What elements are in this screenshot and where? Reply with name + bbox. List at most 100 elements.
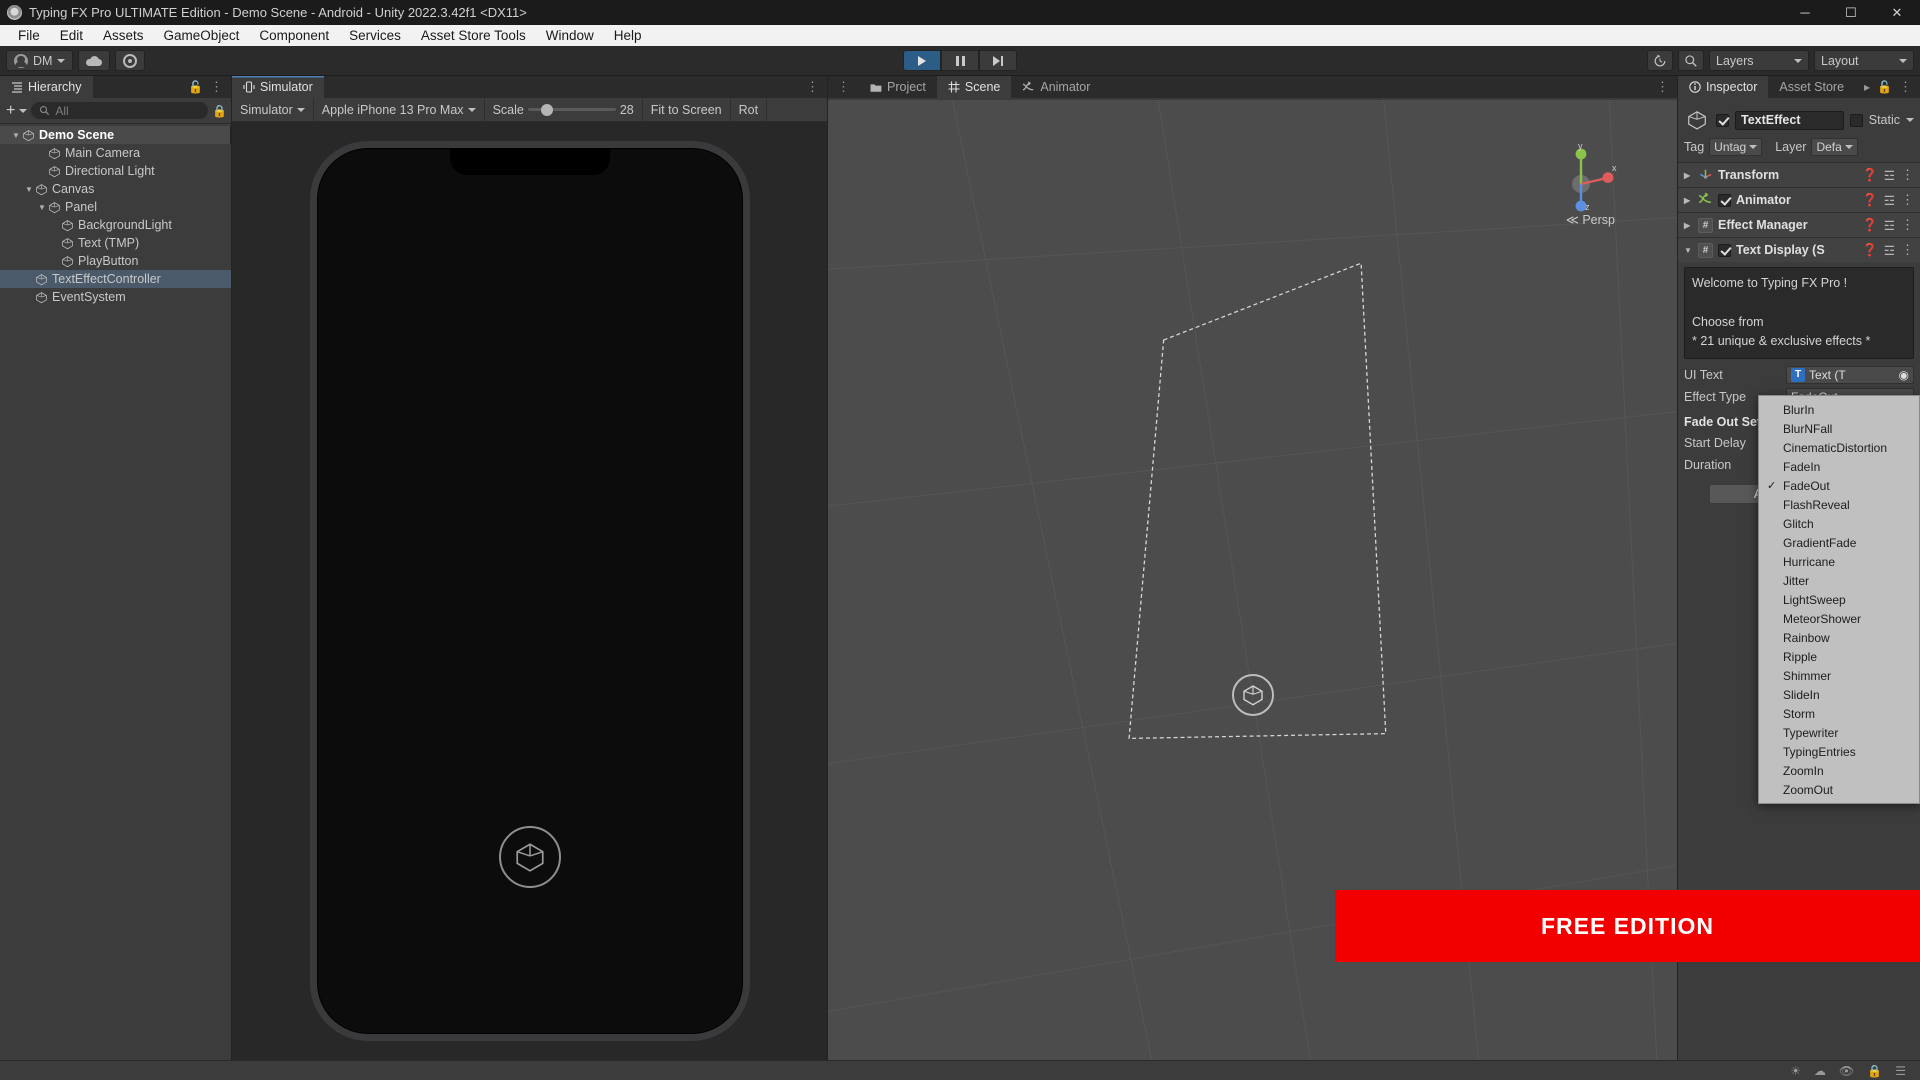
- tab-asset-store[interactable]: Asset Store: [1768, 76, 1856, 98]
- fit-to-screen-button[interactable]: Fit to Screen: [643, 97, 731, 122]
- chevron-down-icon[interactable]: [19, 108, 28, 113]
- undo-history-button[interactable]: [1647, 50, 1673, 71]
- kebab-menu-icon[interactable]: ⋮: [1899, 80, 1912, 93]
- effect-type-dropdown-popup[interactable]: BlurIn BlurNFall CinematicDistortion FadeIn…: [1758, 395, 1920, 804]
- add-gameobject-button[interactable]: +: [6, 102, 15, 118]
- hierarchy-lock-icon[interactable]: 🔒: [212, 104, 227, 118]
- hierarchy-tree[interactable]: ▼ Demo Scene Main Camera Directional Light ▼…: [0, 124, 231, 1060]
- component-enabled-checkbox[interactable]: [1718, 243, 1731, 257]
- effect-option-glitch[interactable]: Glitch: [1759, 514, 1919, 533]
- effect-option-blurnfall[interactable]: BlurNFall: [1759, 419, 1919, 438]
- help-icon[interactable]: ❓: [1862, 168, 1878, 183]
- effect-option-blurin[interactable]: BlurIn: [1759, 400, 1919, 419]
- tab-scene[interactable]: Scene: [936, 76, 1012, 98]
- menu-edit[interactable]: Edit: [50, 25, 93, 46]
- effect-option-slidein[interactable]: SlideIn: [1759, 685, 1919, 704]
- scene-projection-label[interactable]: ≪ Persp: [1566, 212, 1615, 227]
- hierarchy-item-texteffectcontroller[interactable]: TextEffectController: [0, 270, 231, 288]
- effect-option-meteorshower[interactable]: MeteorShower: [1759, 609, 1919, 628]
- object-picker-icon[interactable]: ◉: [1899, 368, 1909, 382]
- component-foldout-arrow-icon[interactable]: ▼: [1684, 246, 1693, 255]
- effect-option-flashreveal[interactable]: FlashReveal: [1759, 495, 1919, 514]
- effect-option-fadeout[interactable]: FadeOut: [1759, 476, 1919, 495]
- pause-button[interactable]: [941, 50, 979, 71]
- simulator-stage[interactable]: [232, 122, 827, 1060]
- expand-arrow-icon[interactable]: ▼: [10, 131, 22, 140]
- effect-option-gradientfade[interactable]: GradientFade: [1759, 533, 1919, 552]
- layer-dropdown[interactable]: Defa: [1811, 138, 1858, 156]
- hierarchy-item-text-tmp[interactable]: Text (TMP): [0, 234, 231, 252]
- services-settings-button[interactable]: [115, 50, 146, 71]
- kebab-menu-icon[interactable]: ⋮: [1656, 80, 1669, 93]
- preset-icon[interactable]: ☲: [1884, 218, 1895, 233]
- effect-option-fadein[interactable]: FadeIn: [1759, 457, 1919, 476]
- lock-icon[interactable]: 🔓: [1877, 80, 1892, 94]
- menu-component[interactable]: Component: [249, 25, 339, 46]
- tag-dropdown[interactable]: Untag: [1709, 138, 1763, 156]
- hierarchy-item-main-camera[interactable]: Main Camera: [0, 144, 231, 162]
- component-row-transform[interactable]: ▶ Transform ❓ ☲ ⋮: [1678, 162, 1920, 187]
- hierarchy-item-backgroundlight[interactable]: BackgroundLight: [0, 216, 231, 234]
- kebab-menu-icon[interactable]: ⋮: [1901, 218, 1914, 231]
- tab-simulator[interactable]: Simulator: [232, 76, 324, 98]
- maximize-button[interactable]: ☐: [1828, 0, 1874, 25]
- text-content-textarea[interactable]: Welcome to Typing FX Pro ! Choose from *…: [1684, 267, 1914, 359]
- gameobject-enabled-checkbox[interactable]: [1716, 113, 1729, 127]
- hierarchy-item-directional-light[interactable]: Directional Light: [0, 162, 231, 180]
- kebab-menu-icon[interactable]: ⋮: [806, 80, 819, 93]
- chevron-down-icon[interactable]: [1906, 118, 1914, 122]
- kebab-menu-icon[interactable]: ⋮: [1901, 243, 1914, 256]
- menu-asset-store-tools[interactable]: Asset Store Tools: [411, 25, 536, 46]
- effect-option-lightsweep[interactable]: LightSweep: [1759, 590, 1919, 609]
- component-foldout-arrow-icon[interactable]: ▶: [1684, 196, 1693, 205]
- effect-option-rainbow[interactable]: Rainbow: [1759, 628, 1919, 647]
- scale-slider[interactable]: [527, 103, 616, 116]
- search-button[interactable]: [1678, 50, 1704, 71]
- hierarchy-item-eventsystem[interactable]: EventSystem: [0, 288, 231, 306]
- hierarchy-item-panel[interactable]: ▼ Panel: [0, 198, 231, 216]
- effect-option-ripple[interactable]: Ripple: [1759, 647, 1919, 666]
- effect-option-typingentries[interactable]: TypingEntries: [1759, 742, 1919, 761]
- tab-hierarchy[interactable]: Hierarchy: [0, 76, 93, 98]
- help-icon[interactable]: ❓: [1862, 193, 1878, 208]
- help-icon[interactable]: ❓: [1862, 218, 1878, 233]
- scene-panel-kebab-icon[interactable]: ⋮: [828, 76, 859, 98]
- component-enabled-checkbox[interactable]: [1718, 193, 1731, 207]
- effect-option-storm[interactable]: Storm: [1759, 704, 1919, 723]
- preset-icon[interactable]: ☲: [1884, 243, 1895, 258]
- menu-file[interactable]: File: [8, 25, 50, 46]
- scene-gameobject-gizmo[interactable]: [1231, 674, 1274, 717]
- tab-animator[interactable]: Animator: [1011, 76, 1102, 98]
- effect-option-jitter[interactable]: Jitter: [1759, 571, 1919, 590]
- kebab-menu-icon[interactable]: ⋮: [1901, 168, 1914, 181]
- scene-orientation-gizmo[interactable]: y x z: [1545, 140, 1617, 212]
- hierarchy-search-input[interactable]: All: [31, 102, 208, 119]
- rotate-button[interactable]: Rot: [731, 97, 768, 122]
- effect-option-zoomin[interactable]: ZoomIn: [1759, 761, 1919, 780]
- simulator-mode-dropdown[interactable]: Simulator: [232, 97, 314, 122]
- expand-arrow-icon[interactable]: ▼: [23, 185, 35, 194]
- account-button[interactable]: DM: [6, 50, 74, 71]
- menu-window[interactable]: Window: [536, 25, 604, 46]
- collab-icon[interactable]: ☁: [1814, 1064, 1826, 1078]
- menu-gameobject[interactable]: GameObject: [154, 25, 250, 46]
- effect-option-typewriter[interactable]: Typewriter: [1759, 723, 1919, 742]
- play-button[interactable]: [903, 50, 941, 71]
- help-icon[interactable]: ❓: [1862, 243, 1878, 258]
- component-row-effect-manager[interactable]: ▶ # Effect Manager ❓ ☲ ⋮: [1678, 212, 1920, 237]
- menu-assets[interactable]: Assets: [93, 25, 154, 46]
- ui-text-object-field[interactable]: T Text (T ◉: [1786, 365, 1914, 384]
- layers-dropdown[interactable]: Layers: [1709, 50, 1809, 71]
- hierarchy-item-canvas[interactable]: ▼ Canvas: [0, 180, 231, 198]
- layout-dropdown[interactable]: Layout: [1814, 50, 1914, 71]
- component-foldout-arrow-icon[interactable]: ▶: [1684, 171, 1693, 180]
- tab-project[interactable]: Project: [859, 76, 937, 98]
- tab-inspector[interactable]: Inspector: [1678, 76, 1769, 98]
- layers-status-icon[interactable]: ☰: [1895, 1064, 1906, 1078]
- menu-help[interactable]: Help: [604, 25, 652, 46]
- minimize-button[interactable]: ─: [1782, 0, 1828, 25]
- expand-arrow-icon[interactable]: ▼: [36, 203, 48, 212]
- eye-off-icon[interactable]: 👁: [1839, 1064, 1854, 1078]
- gameobject-cube-icon[interactable]: [1684, 107, 1710, 133]
- preset-icon[interactable]: ☲: [1884, 168, 1895, 183]
